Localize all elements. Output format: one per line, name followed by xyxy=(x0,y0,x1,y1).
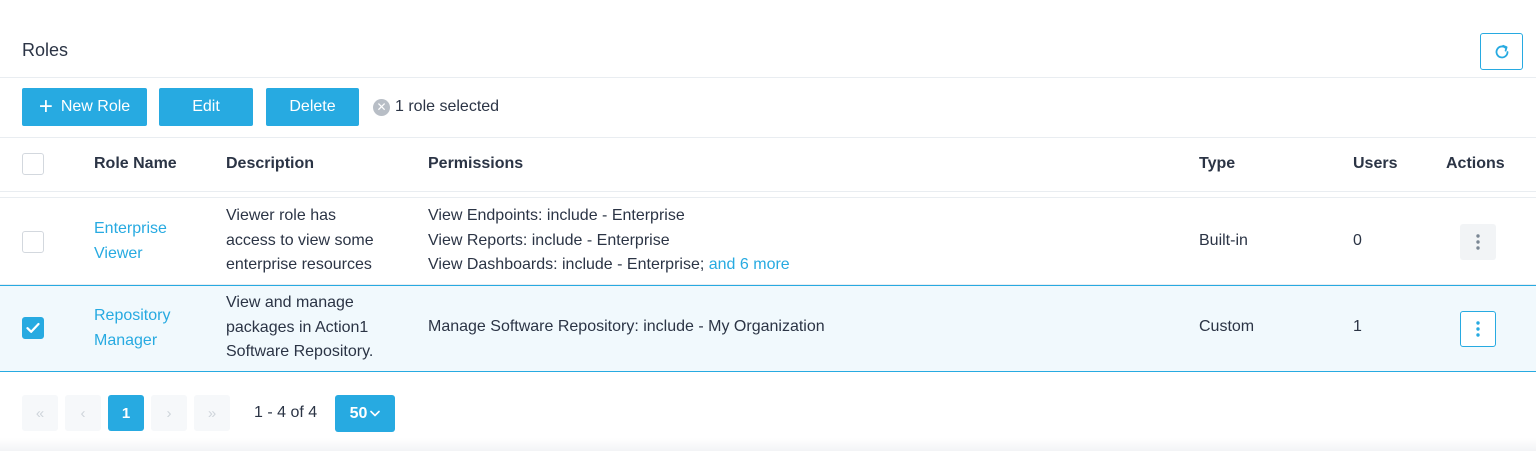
selection-info: ✕ 1 role selected xyxy=(373,98,499,116)
refresh-icon xyxy=(1495,44,1508,58)
page-header: Roles xyxy=(0,0,1536,78)
selection-text: 1 role selected xyxy=(395,98,500,115)
description-line: Software Repository. xyxy=(226,343,374,360)
role-permissions: View Endpoints: include - Enterprise Vie… xyxy=(428,204,790,278)
permission-line-with-more: View Dashboards: include - Enterprise; a… xyxy=(428,253,790,278)
role-description: View and manage packages in Action1 Soft… xyxy=(226,291,373,365)
role-name-line[interactable]: Viewer xyxy=(94,242,167,267)
first-page-button[interactable]: « xyxy=(22,395,58,431)
column-header-type[interactable]: Type xyxy=(1199,155,1235,173)
role-type: Custom xyxy=(1199,318,1255,335)
role-users-count: 1 xyxy=(1353,318,1362,335)
toolbar: + New Role Edit Delete ✕ 1 role selected xyxy=(0,79,1536,138)
description-line: View and manage xyxy=(226,294,354,311)
role-permissions: Manage Software Repository: include - My… xyxy=(428,315,825,340)
previous-page-button[interactable]: ‹ xyxy=(65,395,101,431)
description-line: access to view some xyxy=(226,231,374,249)
description-line: enterprise resources xyxy=(226,256,372,273)
column-header-users[interactable]: Users xyxy=(1353,155,1397,173)
role-name-line[interactable]: Repository xyxy=(94,304,170,329)
select-all-checkbox[interactable] xyxy=(22,153,44,175)
role-name-line[interactable]: Manager xyxy=(94,329,170,354)
permission-line: Manage Software Repository: include - My… xyxy=(428,318,825,335)
permission-text: View Dashboards: include - Enterprise; xyxy=(428,256,705,273)
clear-selection-icon[interactable]: ✕ xyxy=(373,98,390,116)
permission-line: View Endpoints: include - Enterprise xyxy=(428,207,685,224)
last-page-button[interactable]: » xyxy=(194,395,230,431)
role-name-line[interactable]: Enterprise xyxy=(94,217,167,242)
more-vertical-icon xyxy=(1476,321,1480,337)
role-type: Built-in xyxy=(1199,232,1248,249)
page-button-current[interactable]: 1 xyxy=(108,395,144,431)
row-actions-button[interactable] xyxy=(1460,224,1496,260)
row-actions-button[interactable] xyxy=(1460,311,1496,347)
column-header-role-name[interactable]: Role Name xyxy=(94,155,177,173)
check-icon xyxy=(26,322,40,333)
page-size-select[interactable]: 50 xyxy=(335,395,395,432)
role-name-link[interactable]: Repository Manager xyxy=(94,304,170,353)
new-role-button[interactable]: + New Role xyxy=(22,88,147,126)
table-header: Role Name Description Permissions Type U… xyxy=(0,138,1536,192)
chevron-down-icon xyxy=(370,410,381,417)
column-header-permissions[interactable]: Permissions xyxy=(428,155,523,173)
table-row-selected[interactable]: Repository Manager View and manage packa… xyxy=(0,285,1536,372)
column-header-description[interactable]: Description xyxy=(226,155,314,173)
delete-button[interactable]: Delete xyxy=(266,88,359,126)
role-name-link[interactable]: Enterprise Viewer xyxy=(94,217,167,266)
refresh-button[interactable] xyxy=(1480,33,1523,70)
page-title: Roles xyxy=(22,40,69,60)
description-line: Viewer role has xyxy=(226,207,336,224)
page-size-value: 50 xyxy=(349,404,368,422)
pagination-range: 1 - 4 of 4 xyxy=(254,404,318,421)
role-description: Viewer role has access to view some ente… xyxy=(226,204,374,278)
plus-icon: + xyxy=(38,93,53,120)
description-line: packages in Action1 xyxy=(226,318,369,336)
column-header-actions: Actions xyxy=(1446,155,1505,172)
table-spacer xyxy=(0,192,1536,198)
more-vertical-icon xyxy=(1476,234,1480,250)
next-page-button[interactable]: › xyxy=(151,395,187,431)
role-users-count: 0 xyxy=(1353,232,1362,249)
edit-button[interactable]: Edit xyxy=(159,88,253,126)
permission-line: View Reports: include - Enterprise xyxy=(428,231,670,249)
new-role-label: New Role xyxy=(60,98,131,115)
more-permissions-link[interactable]: and 6 more xyxy=(709,256,790,273)
row-checkbox-checked[interactable] xyxy=(22,317,44,339)
row-checkbox[interactable] xyxy=(22,231,44,253)
table-row[interactable]: Enterprise Viewer Viewer role has access… xyxy=(0,199,1536,285)
bottom-shadow xyxy=(0,438,1536,451)
